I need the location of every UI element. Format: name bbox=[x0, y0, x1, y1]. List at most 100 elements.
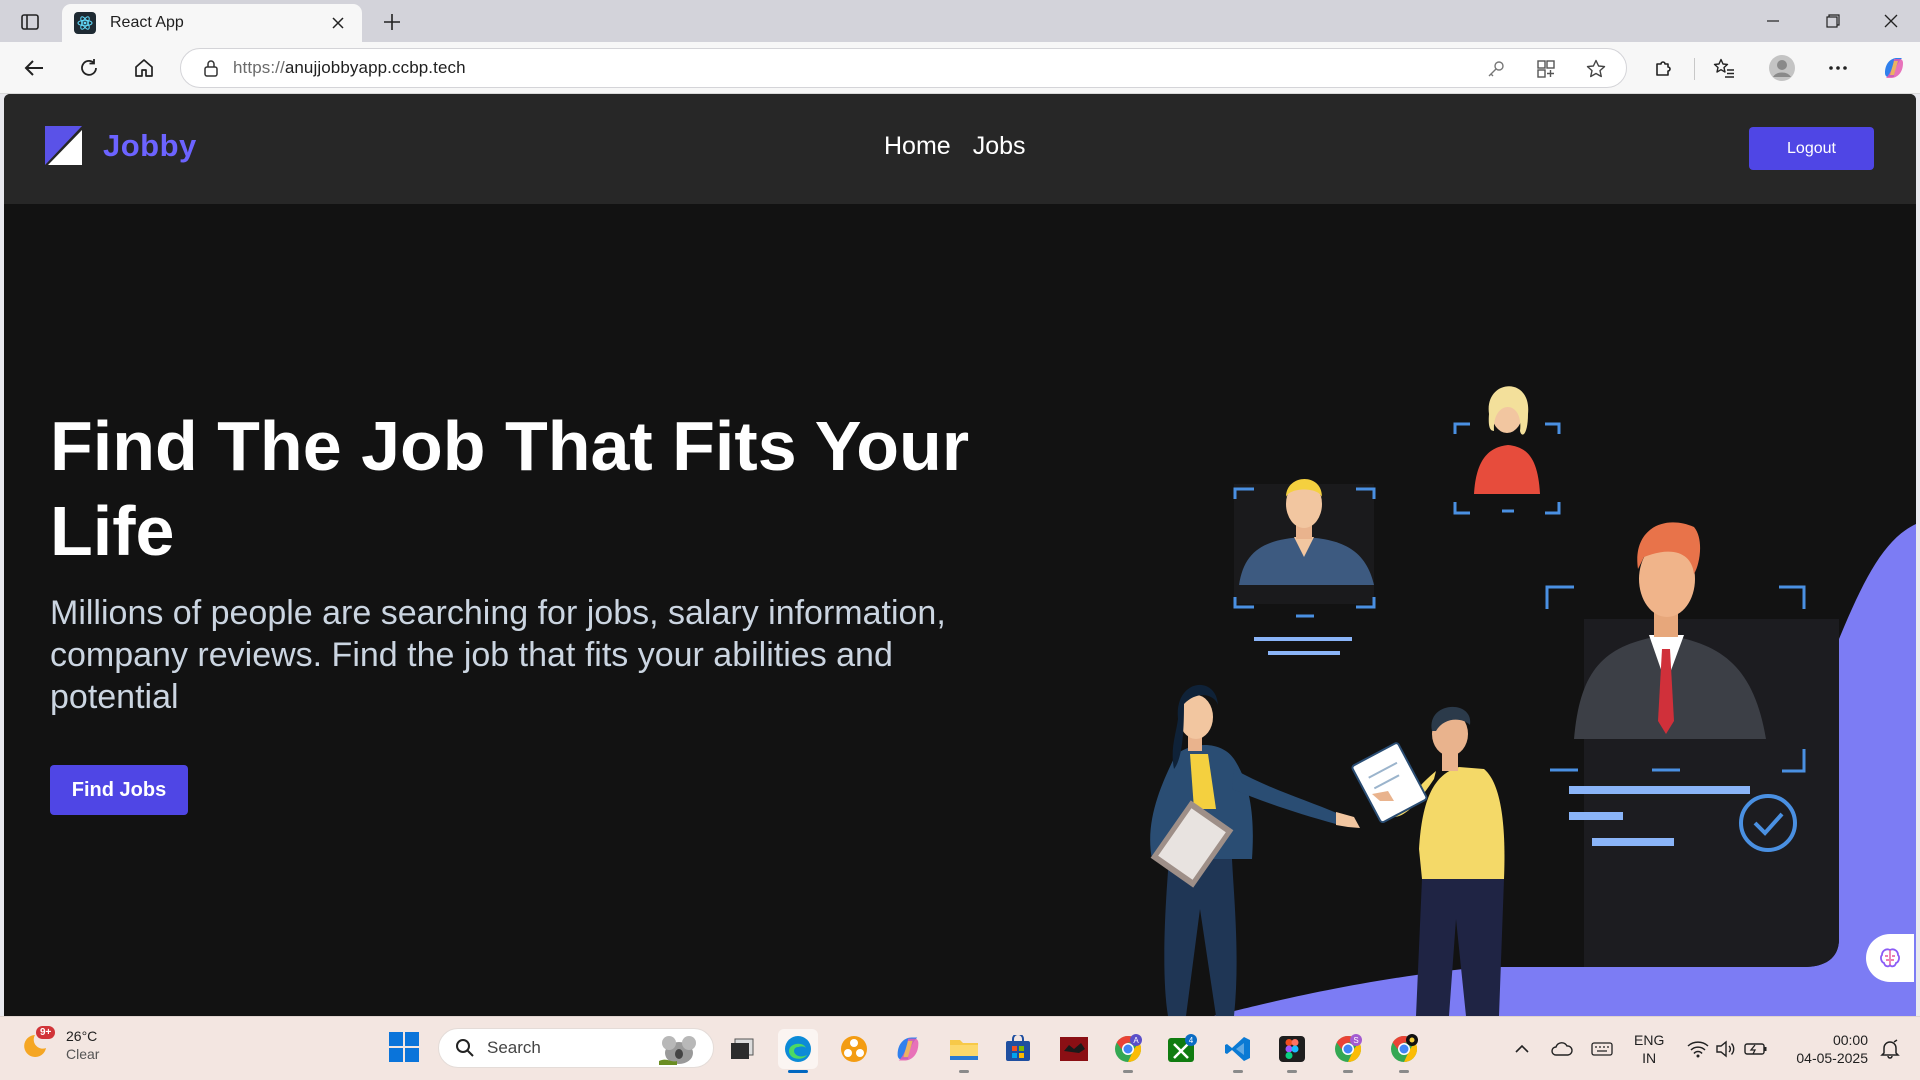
system-clock[interactable]: 00:00 04-05-2025 bbox=[1788, 1031, 1868, 1067]
triangle-app-icon bbox=[841, 1036, 867, 1062]
tray-battery[interactable] bbox=[1742, 1035, 1770, 1063]
key-icon bbox=[1488, 61, 1504, 77]
copilot-icon bbox=[897, 1037, 919, 1061]
start-button[interactable] bbox=[388, 1031, 424, 1067]
favorite-star-button[interactable] bbox=[1583, 57, 1609, 81]
tray-notifications[interactable] bbox=[1876, 1035, 1904, 1063]
app-available-button[interactable] bbox=[1533, 57, 1559, 81]
weather-condition: Clear bbox=[66, 1046, 100, 1062]
tray-wifi[interactable] bbox=[1684, 1035, 1712, 1063]
running-indicator bbox=[1233, 1070, 1243, 1073]
taskbar-copilot[interactable] bbox=[888, 1029, 928, 1069]
find-jobs-button[interactable]: Find Jobs bbox=[50, 765, 188, 815]
running-indicator bbox=[959, 1070, 969, 1073]
refresh-icon bbox=[81, 59, 97, 76]
home-button[interactable] bbox=[126, 52, 162, 84]
search-placeholder: Search bbox=[487, 1038, 541, 1057]
taskbar-search[interactable]: Search bbox=[438, 1028, 714, 1068]
taskbar-app-red[interactable] bbox=[1054, 1029, 1094, 1069]
refresh-button[interactable] bbox=[71, 52, 107, 84]
active-indicator bbox=[788, 1070, 808, 1073]
taskbar-edge[interactable] bbox=[778, 1029, 818, 1073]
taskbar-xbox[interactable]: 4 bbox=[1162, 1029, 1202, 1069]
koala-search-art-icon bbox=[659, 1036, 696, 1065]
xbox-icon: 4 bbox=[1168, 1034, 1197, 1062]
language-code: ENG bbox=[1634, 1032, 1665, 1048]
xbox-badge: 4 bbox=[1189, 1036, 1194, 1045]
favorites-list-icon bbox=[1713, 58, 1734, 78]
language-region: IN bbox=[1642, 1050, 1657, 1066]
man-with-tablet bbox=[1351, 706, 1505, 1016]
plus-icon bbox=[384, 14, 400, 30]
taskbar-chrome-profile-a[interactable]: A bbox=[1108, 1029, 1148, 1073]
taskbar-task-view[interactable] bbox=[722, 1029, 762, 1069]
windows-taskbar: 9+ 26°C Clear Search A 4 S ENG IN 00:00 … bbox=[0, 1016, 1920, 1080]
tray-keyboard[interactable] bbox=[1588, 1035, 1616, 1063]
figma-icon bbox=[1279, 1036, 1305, 1062]
navbar: Jobby Home Jobs Logout bbox=[4, 94, 1916, 204]
keyboard-icon bbox=[1591, 1042, 1613, 1056]
taskbar-vscode[interactable] bbox=[1218, 1029, 1258, 1073]
cloud-icon bbox=[1551, 1042, 1573, 1056]
back-button[interactable] bbox=[16, 52, 52, 84]
address-bar[interactable]: https://anujjobbyapp.ccbp.tech bbox=[180, 48, 1627, 88]
avatar-icon bbox=[1769, 55, 1795, 81]
candidate-card-1 bbox=[1233, 478, 1376, 655]
taskbar-figma[interactable] bbox=[1272, 1029, 1312, 1073]
hiring-illustration bbox=[1150, 386, 1916, 1016]
tray-volume[interactable] bbox=[1712, 1035, 1740, 1063]
taskbar-store[interactable] bbox=[998, 1029, 1038, 1069]
nav-link-home[interactable]: Home bbox=[884, 132, 951, 161]
red-app-icon bbox=[1060, 1037, 1088, 1061]
tray-overflow-button[interactable] bbox=[1508, 1035, 1536, 1063]
taskbar-app-orange[interactable] bbox=[834, 1029, 874, 1069]
new-tab-button[interactable] bbox=[376, 8, 408, 36]
taskbar-chrome-profile-3[interactable] bbox=[1384, 1029, 1424, 1073]
weather-widget[interactable]: 9+ 26°C Clear bbox=[22, 1026, 100, 1063]
chrome-icon bbox=[1391, 1034, 1418, 1063]
notification-bell-icon bbox=[1880, 1039, 1900, 1059]
nav-link-jobs[interactable]: Jobs bbox=[973, 132, 1026, 161]
jobby-logo-icon bbox=[45, 126, 82, 165]
restore-button[interactable] bbox=[1810, 6, 1856, 36]
brain-icon bbox=[1880, 948, 1900, 968]
tray-onedrive[interactable] bbox=[1548, 1035, 1576, 1063]
language-indicator[interactable]: ENG IN bbox=[1634, 1031, 1664, 1067]
extensions-button[interactable] bbox=[1646, 52, 1682, 84]
woman-with-clipboard bbox=[1150, 684, 1360, 1016]
taskbar-chrome-profile-s[interactable]: S bbox=[1328, 1029, 1368, 1073]
tab-actions-button[interactable] bbox=[12, 9, 48, 35]
lock-icon bbox=[204, 60, 218, 77]
copilot-button[interactable] bbox=[1876, 52, 1912, 84]
minimize-button[interactable] bbox=[1750, 6, 1796, 36]
settings-more-button[interactable] bbox=[1820, 52, 1856, 84]
more-horizontal-icon bbox=[1829, 66, 1847, 70]
sidebar-assistant-button[interactable] bbox=[1866, 934, 1914, 982]
taskbar-file-explorer[interactable] bbox=[944, 1029, 984, 1073]
web-page: Jobby Home Jobs Logout Find The Job That… bbox=[4, 94, 1916, 1016]
clock-time: 00:00 bbox=[1832, 1032, 1868, 1048]
volume-icon bbox=[1716, 1040, 1735, 1058]
minimize-icon bbox=[1767, 20, 1779, 22]
logout-button[interactable]: Logout bbox=[1749, 127, 1874, 170]
chrome-icon: S bbox=[1335, 1034, 1362, 1063]
close-window-button[interactable] bbox=[1868, 6, 1914, 36]
profile-button[interactable] bbox=[1764, 52, 1800, 84]
running-indicator bbox=[1343, 1070, 1353, 1073]
logo[interactable]: Jobby bbox=[45, 126, 197, 166]
favorites-button[interactable] bbox=[1706, 52, 1742, 84]
tab-close-button[interactable] bbox=[326, 11, 350, 35]
puzzle-icon bbox=[1656, 61, 1671, 76]
restore-icon bbox=[1826, 14, 1840, 28]
close-icon bbox=[1884, 14, 1898, 28]
edge-icon bbox=[785, 1036, 811, 1062]
wifi-icon bbox=[1687, 1041, 1709, 1058]
browser-tab-active[interactable]: React App bbox=[62, 4, 362, 42]
apps-icon bbox=[1537, 60, 1555, 78]
folder-icon bbox=[950, 1040, 978, 1060]
password-key-button[interactable] bbox=[1483, 57, 1509, 81]
url-protocol: https:// bbox=[233, 58, 285, 77]
running-indicator bbox=[1399, 1070, 1409, 1073]
weather-badge: 9+ bbox=[36, 1026, 56, 1039]
chrome-profile-badge: S bbox=[1353, 1036, 1358, 1045]
